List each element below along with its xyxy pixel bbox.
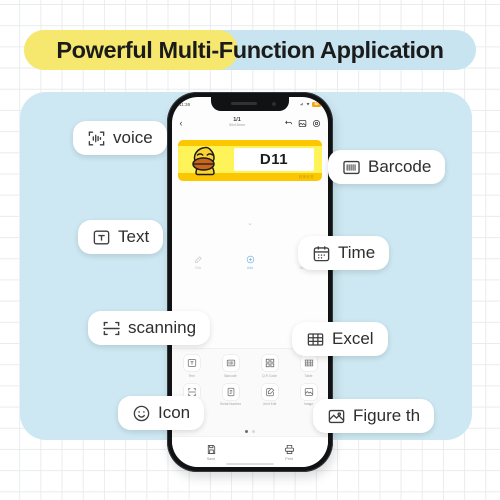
status-indicators: 80 (300, 101, 321, 107)
tool-label: Serial Number (219, 402, 242, 406)
label-text[interactable]: D11 (234, 148, 314, 171)
callout-icon[interactable]: Icon (118, 396, 205, 430)
tool-text[interactable]: Text (175, 355, 209, 378)
label-canvas[interactable]: D11 精美标签 (172, 135, 328, 185)
tool-serial-number[interactable]: Serial Number (214, 383, 248, 406)
callout-text[interactable]: Text (78, 220, 164, 254)
barcode-icon (222, 355, 239, 371)
voice-scan-icon (87, 129, 106, 148)
callout-excel[interactable]: Excel (292, 322, 388, 356)
gear-icon[interactable] (312, 119, 321, 128)
tool-joint-edit[interactable]: Joint Edit (253, 383, 287, 406)
front-camera (272, 101, 276, 106)
tool-barcode[interactable]: Barcode (214, 355, 248, 378)
callout-barcode[interactable]: Barcode (328, 150, 446, 184)
callout-voice[interactable]: voice (73, 121, 167, 155)
back-button[interactable]: ‹ (172, 118, 190, 128)
serial-number-icon (222, 383, 239, 400)
rotate-icon[interactable] (284, 119, 293, 128)
tool-label: Q.R Code (262, 373, 277, 378)
callout-label: scanning (128, 318, 197, 337)
home-indicator (226, 462, 274, 465)
callout-label: Excel (332, 329, 374, 348)
text-box-icon (183, 355, 200, 371)
barcode-icon (342, 158, 361, 177)
callout-label: Figure th (353, 406, 421, 425)
callout-label: Icon (158, 403, 191, 422)
table-icon (300, 355, 317, 371)
duck-illustration (192, 146, 215, 176)
app-header-titles: 1/1 50x15mm (190, 118, 284, 127)
print-label: Print (285, 456, 293, 461)
save-button[interactable]: Save (206, 444, 217, 461)
label-preview[interactable]: D11 精美标签 (178, 140, 322, 181)
tool-qr-code[interactable]: Q.R Code (253, 355, 287, 378)
save-icon (207, 444, 215, 454)
text-box-icon (92, 228, 111, 247)
app-header: ‹ 1/1 50x15mm (172, 113, 328, 133)
page-title: Powerful Multi-Function Application (24, 30, 476, 70)
speaker-grill (231, 102, 257, 105)
image-icon (300, 383, 317, 400)
picture-icon (327, 407, 346, 426)
callout-label: Time (338, 243, 376, 262)
calendar-icon (312, 244, 331, 263)
table-icon (306, 330, 325, 349)
tool-label: Barcode (224, 373, 237, 378)
plus-icon (246, 255, 254, 264)
print-button[interactable]: Print (284, 444, 295, 461)
callout-label: voice (113, 128, 153, 147)
app-header-subtitle: 50x15mm (229, 122, 245, 127)
tool-label: Joint Edit (262, 402, 277, 406)
joint-edit-icon (261, 383, 278, 400)
tool-grid-pager[interactable] (172, 430, 328, 433)
canvas-tab-label: Edit (195, 265, 201, 270)
scan-frame-icon (102, 319, 121, 338)
image-icon[interactable] (298, 119, 307, 128)
signal-icon (300, 103, 303, 106)
callout-time[interactable]: Time (298, 236, 390, 270)
battery-icon: 80 (312, 101, 321, 107)
callout-figure[interactable]: Figure th (313, 399, 435, 433)
wifi-icon (306, 103, 310, 106)
edit-icon (194, 256, 202, 263)
callout-label: Text (118, 227, 150, 246)
tool-table[interactable]: Table (292, 355, 326, 378)
app-header-actions (284, 119, 328, 128)
pager-dot[interactable] (252, 430, 255, 433)
save-label: Save (206, 456, 216, 461)
label-footer-text: 精美标签 (298, 175, 314, 179)
pager-dot-active[interactable] (245, 430, 248, 433)
printer-icon (284, 444, 294, 454)
tool-label: Image (303, 402, 314, 406)
qr-code-icon (261, 355, 278, 371)
tool-label: Text (188, 373, 195, 378)
callout-scanning[interactable]: scanning (88, 311, 211, 345)
phone-notch (211, 97, 289, 111)
canvas-tab-label: Add (246, 265, 254, 270)
headline-text: Powerful Multi-Function Application (56, 36, 444, 63)
tool-label: Table (304, 373, 313, 378)
canvas-tab-edit[interactable]: Edit (194, 255, 203, 270)
status-time: 11:36 (179, 101, 191, 107)
canvas-tab-add[interactable]: Add (246, 255, 255, 270)
callout-label: Barcode (368, 157, 432, 176)
smiley-icon (132, 404, 151, 423)
canvas-collapse-handle[interactable]: ⌄ (247, 219, 253, 227)
